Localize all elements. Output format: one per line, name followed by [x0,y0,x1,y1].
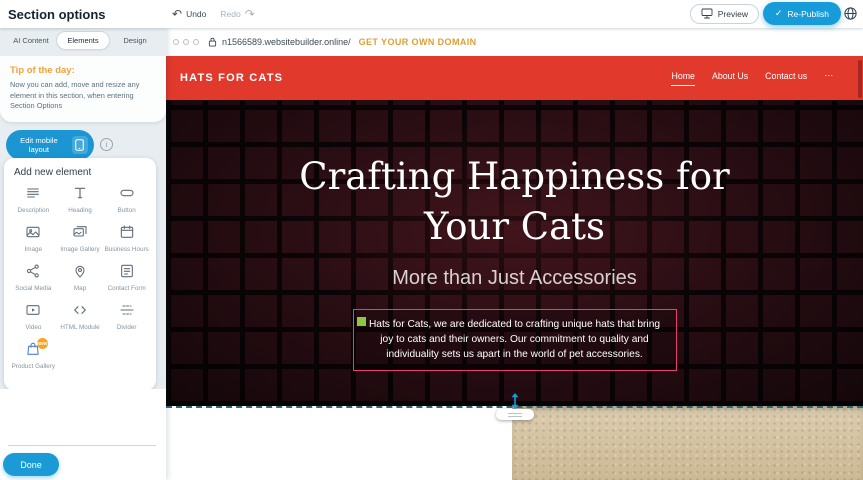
element-label: Image [10,246,57,254]
tab-ai-content[interactable]: AI Content [5,32,57,49]
hero-subtitle[interactable]: More than Just Accessories [392,267,637,290]
page-title: Section options [8,7,106,22]
add-element-image[interactable]: Image [10,224,57,262]
monitor-icon [701,8,713,21]
image-icon [25,227,41,244]
undo-button[interactable]: Undo [186,9,206,19]
business-hours-icon [119,227,135,244]
element-drag-handle[interactable] [357,317,366,326]
tab-design[interactable]: Design [109,32,161,49]
hero-text-block[interactable]: Hats for Cats, we are dedicated to craft… [353,309,677,371]
tip-body: Now you can add, move and resize any ele… [10,80,156,112]
element-label: Divider [103,324,150,332]
redo-button[interactable]: Redo [220,9,240,19]
tip-title: Tip of the day: [10,65,156,76]
element-label: Business Hours [103,246,150,254]
globe-icon[interactable] [843,6,859,22]
site-logo[interactable]: HATS FOR CATS [180,72,283,84]
add-element-contact-form[interactable]: Contact Form [103,263,150,301]
republish-label: Re-Publish [787,9,829,19]
edit-mobile-label: Edit mobile layout [12,136,66,154]
add-element-description[interactable]: Description [10,185,57,223]
social-media-icon [25,266,41,283]
app-window: Section options ↶ Undo Redo ↷ Preview ✓ … [0,0,863,480]
sidebar: AI Content Elements Design Tip of the da… [0,28,166,480]
browser-bar: n1566589.websitebuilder.online/ GET YOUR… [166,28,863,56]
element-label: HTML Module [57,324,104,332]
lock-icon [208,37,217,47]
new-badge: NEW [37,338,48,349]
add-new-element-panel: Add new element Description Heading Butt… [4,158,156,390]
add-element-video[interactable]: Video [10,302,57,340]
image-gallery-icon [72,227,88,244]
topbar: Section options ↶ Undo Redo ↷ Preview ✓ … [0,0,863,28]
website-canvas: HATS FOR CATS Home About Us Contact us ⋯… [166,56,863,480]
nav-item-contact-us[interactable]: Contact us [765,71,807,86]
add-element-image-gallery[interactable]: Image Gallery [57,224,104,262]
add-element-map[interactable]: Map [57,263,104,301]
add-element-title: Add new element [14,167,150,178]
section-resize-handle[interactable] [496,393,534,420]
site-url: n1566589.websitebuilder.online/ [222,37,351,47]
add-element-product-gallery[interactable]: NEW Product Gallery [10,341,57,379]
nav-more-icon[interactable]: ⋯ [824,70,833,86]
sidebar-footer: Done [0,389,166,480]
window-dots-icon [173,39,199,45]
tab-elements[interactable]: Elements [57,32,109,49]
check-icon: ✓ [775,8,783,19]
description-icon [25,188,41,205]
hero-body-text: Hats for Cats, we are dedicated to craft… [369,319,660,361]
site-nav: Home About Us Contact us ⋯ [671,70,833,86]
map-icon [72,266,88,283]
phone-icon [72,136,88,154]
resize-arrows-icon [509,393,521,409]
element-label: Button [103,207,150,215]
next-section-empty-half[interactable] [166,406,512,480]
element-label: Heading [57,207,104,215]
site-header[interactable]: HATS FOR CATS Home About Us Contact us ⋯ [166,56,863,100]
divider-icon [119,305,135,322]
hero-title[interactable]: Crafting Happiness for Your Cats [275,152,755,252]
element-label: Contact Form [103,285,150,293]
next-section-image[interactable] [512,406,863,480]
preview-scrollbar[interactable] [858,60,862,98]
video-icon [25,305,41,322]
add-element-social-media[interactable]: Social Media [10,263,57,301]
add-element-html-module[interactable]: HTML Module [57,302,104,340]
add-element-heading[interactable]: Heading [57,185,104,223]
heading-icon [72,188,88,205]
redo-icon[interactable]: ↷ [245,8,255,20]
element-label: Social Media [10,285,57,293]
resize-grip[interactable] [496,409,534,420]
nav-item-about-us[interactable]: About Us [712,71,748,86]
add-element-button[interactable]: Button [103,185,150,223]
redo-group[interactable]: Redo ↷ [220,8,254,20]
done-button[interactable]: Done [3,453,59,476]
nav-item-home[interactable]: Home [671,71,694,86]
preview-label: Preview [718,9,748,19]
edit-mobile-layout-button[interactable]: Edit mobile layout [6,130,94,160]
add-element-business-hours[interactable]: Business Hours [103,224,150,262]
add-element-divider[interactable]: Divider [103,302,150,340]
button-icon [119,188,135,205]
element-label: Product Gallery [10,363,57,371]
element-label: Video [10,324,57,332]
undo-redo-group: ↶ Undo Redo ↷ [172,0,255,28]
element-label: Map [57,285,104,293]
element-grid: Description Heading Button Image Image G [10,185,150,379]
html-module-icon [72,305,88,322]
get-domain-link[interactable]: GET YOUR OWN DOMAIN [359,37,477,47]
footer-divider [8,445,156,446]
element-label: Image Gallery [57,246,104,254]
info-icon[interactable]: i [100,138,113,151]
sidebar-tabs: AI Content Elements Design [5,32,161,49]
republish-button[interactable]: ✓ Re-Publish [763,2,841,25]
preview-button[interactable]: Preview [690,4,759,24]
tip-of-the-day-card: Tip of the day: Now you can add, move an… [0,56,166,122]
preview-area: n1566589.websitebuilder.online/ GET YOUR… [166,28,863,480]
undo-icon[interactable]: ↶ [172,8,182,20]
element-label: Description [10,207,57,215]
contact-form-icon [119,266,135,283]
hero-section[interactable]: Crafting Happiness for Your Cats More th… [166,100,863,406]
